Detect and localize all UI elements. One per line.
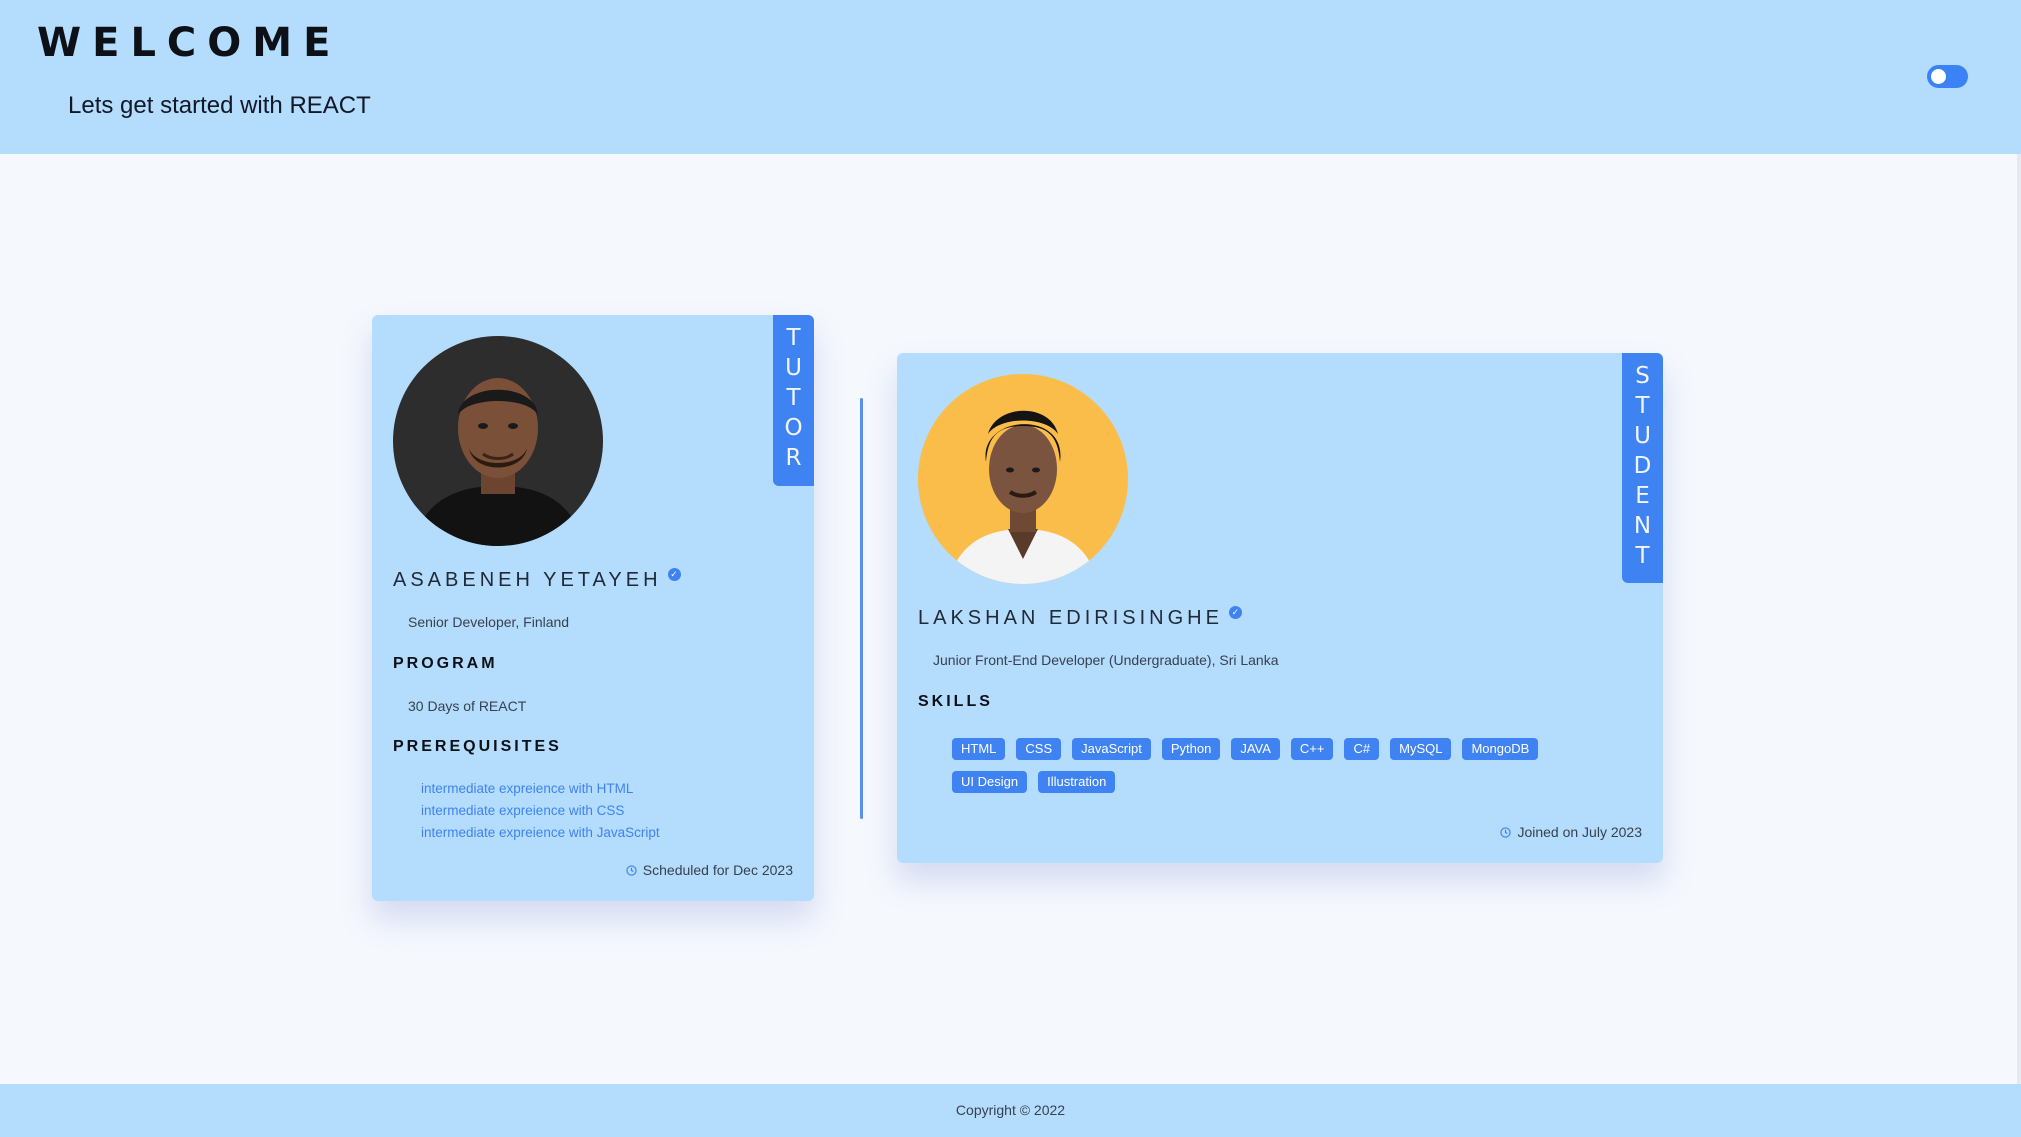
tutor-role: Senior Developer, Finland bbox=[408, 614, 570, 630]
skill-tag[interactable]: C++ bbox=[1290, 738, 1334, 760]
student-joined: Joined on July 2023 bbox=[1500, 824, 1642, 840]
page-header: WELCOME Lets get started with REACT bbox=[0, 0, 2021, 154]
tutor-card: T U T O R ASABENEH YETAYEH ✓ Senior Devel… bbox=[372, 315, 814, 901]
prerequisite-item: intermediate expreience with HTML bbox=[421, 781, 634, 796]
tutor-name-text: ASABENEH YETAYEH bbox=[393, 569, 662, 591]
ribbon-letter: T bbox=[1635, 543, 1650, 569]
ribbon-letter: O bbox=[784, 415, 803, 441]
skill-tag[interactable]: Illustration bbox=[1038, 771, 1116, 793]
ribbon-letter: E bbox=[1635, 483, 1650, 509]
skill-tag[interactable]: JavaScript bbox=[1072, 738, 1151, 760]
page-footer: Copyright © 2022 bbox=[0, 1084, 2021, 1137]
prerequisites-list: intermediate expreience with HTML interm… bbox=[421, 778, 660, 844]
tutor-avatar bbox=[393, 336, 603, 546]
skill-tag[interactable]: CSS bbox=[1016, 738, 1062, 760]
clock-icon bbox=[1500, 826, 1512, 838]
skill-tag[interactable]: C# bbox=[1344, 738, 1380, 760]
ribbon-letter: D bbox=[1633, 453, 1652, 479]
copyright-text: Copyright © 2022 bbox=[955, 1102, 1066, 1118]
verified-badge-icon: ✓ bbox=[667, 568, 681, 581]
scrollbar-track[interactable] bbox=[2017, 0, 2021, 1085]
student-ribbon: S T U D E N T bbox=[1622, 353, 1663, 583]
ribbon-letter: N bbox=[1633, 513, 1652, 539]
page-subtitle: Lets get started with REACT bbox=[68, 92, 371, 119]
program-heading: PROGRAM bbox=[393, 655, 498, 672]
prerequisite-item: intermediate expreience with CSS bbox=[421, 803, 625, 818]
joined-text: Joined on July 2023 bbox=[1517, 824, 1642, 840]
toggle-knob bbox=[1931, 69, 1946, 84]
student-role: Junior Front-End Developer (Undergraduat… bbox=[933, 652, 1279, 668]
prerequisite-item: intermediate expreience with JavaScript bbox=[421, 825, 660, 840]
schedule-text: Scheduled for Dec 2023 bbox=[642, 862, 793, 878]
tutor-schedule: Scheduled for Dec 2023 bbox=[626, 862, 793, 878]
ribbon-letter: S bbox=[1635, 363, 1650, 389]
student-avatar bbox=[918, 374, 1128, 584]
ribbon-letter: U bbox=[785, 355, 802, 381]
skill-tag[interactable]: MySQL bbox=[1390, 738, 1452, 760]
ribbon-letter: T bbox=[786, 325, 801, 351]
ribbon-letter: R bbox=[785, 445, 802, 471]
program-value: 30 Days of REACT bbox=[408, 698, 527, 714]
skill-tag[interactable]: MongoDB bbox=[1462, 738, 1539, 760]
student-card: S T U D E N T LAKSHAN EDIRISINGHE ✓ Junio… bbox=[897, 353, 1663, 863]
student-name: LAKSHAN EDIRISINGHE ✓ bbox=[918, 606, 1242, 630]
clock-icon bbox=[626, 864, 637, 876]
skills-list: HTML CSS JavaScript Python JAVA C++ C# M… bbox=[952, 738, 1612, 804]
skill-tag[interactable]: JAVA bbox=[1231, 738, 1280, 760]
skill-tag[interactable]: Python bbox=[1161, 738, 1221, 760]
ribbon-letter: T bbox=[786, 385, 801, 411]
student-name-text: LAKSHAN EDIRISINGHE bbox=[918, 607, 1223, 629]
skill-tag[interactable]: HTML bbox=[952, 738, 1006, 760]
page-title: WELCOME bbox=[37, 20, 342, 66]
ribbon-letter: U bbox=[1634, 423, 1651, 449]
verified-badge-icon: ✓ bbox=[1228, 606, 1242, 619]
tutor-name: ASABENEH YETAYEH ✓ bbox=[393, 568, 681, 592]
theme-toggle[interactable] bbox=[1927, 65, 1968, 88]
skills-heading: SKILLS bbox=[918, 693, 993, 710]
card-divider bbox=[860, 398, 863, 819]
ribbon-letter: T bbox=[1635, 393, 1650, 419]
skill-tag[interactable]: UI Design bbox=[952, 771, 1028, 793]
tutor-ribbon: T U T O R bbox=[773, 315, 814, 486]
prerequisites-heading: PREREQUISITES bbox=[393, 738, 562, 755]
